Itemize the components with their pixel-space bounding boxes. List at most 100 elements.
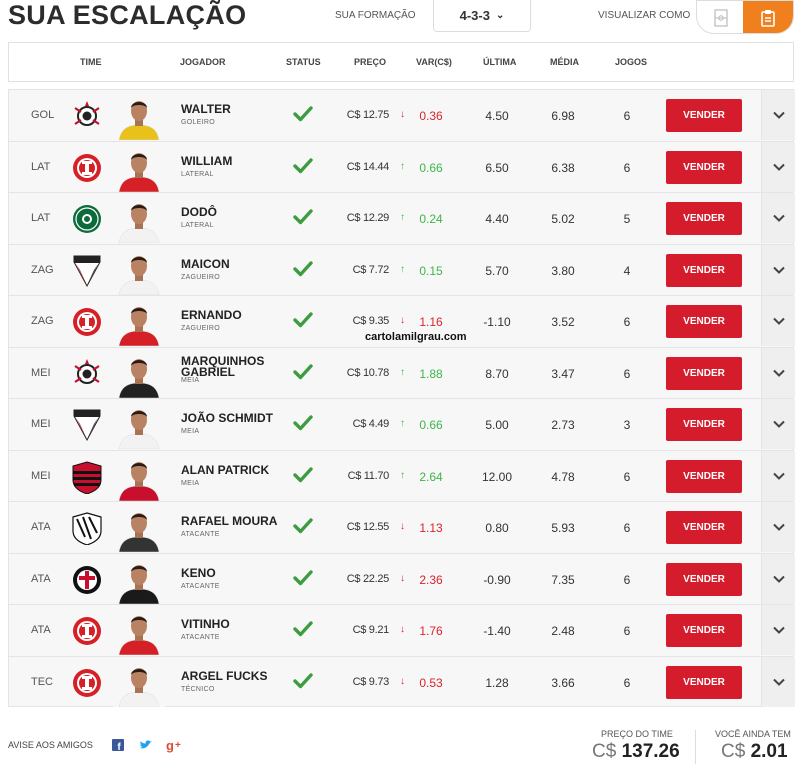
- player-price: C$ 14.44: [346, 160, 390, 173]
- sell-button[interactable]: VENDER: [666, 459, 742, 493]
- player-name: ERNANDO: [181, 308, 242, 322]
- player-name: RAFAEL MOURA: [181, 514, 278, 528]
- facebook-icon[interactable]: f: [110, 737, 126, 753]
- team-badge: [71, 614, 103, 648]
- player-photo: [113, 454, 165, 501]
- price-variation: 0.36: [419, 109, 443, 123]
- player-row: GOL WALTER GOLEIRO C$ 12.75 ↓ 0.36 4.50 6.98 6 VE…: [8, 89, 795, 141]
- expand-chevron-icon[interactable]: [761, 90, 795, 140]
- price-variation: 1.76: [419, 624, 443, 638]
- sell-button[interactable]: VENDER: [666, 356, 742, 390]
- sell-button[interactable]: VENDER: [666, 305, 742, 338]
- sell-button[interactable]: VENDER: [666, 614, 742, 647]
- team-badge: [71, 202, 103, 236]
- player-row: TEC ARGEL FUCKS TÉCNICO C$ 9.73 ↓ 0.53 1.28 3.6…: [8, 655, 795, 707]
- sell-button[interactable]: VENDER: [666, 665, 742, 699]
- last-score: 5.00: [485, 418, 509, 432]
- trend-down-icon: ↓: [400, 572, 405, 584]
- player-photo: [113, 557, 165, 604]
- trend-down-icon: ↓: [400, 624, 405, 635]
- average-score: 3.66: [551, 675, 575, 690]
- player-row: ZAG MAICON ZAGUEIRO C$ 7.72 ↑ 0.15 5.70 3.80 4 VE…: [8, 243, 795, 295]
- trend-up-icon: ↑: [400, 469, 405, 481]
- player-role: ATACANTE: [181, 582, 220, 590]
- trend-up-icon: ↑: [400, 366, 405, 378]
- sell-button[interactable]: VENDER: [666, 150, 742, 184]
- col-media: MÉDIA: [550, 57, 579, 67]
- player-photo: [113, 248, 165, 295]
- last-score: 4.50: [485, 109, 509, 123]
- price-variation: 2.36: [419, 572, 443, 587]
- sell-button[interactable]: VENDER: [666, 562, 742, 596]
- games-played: 6: [623, 675, 631, 690]
- player-price: C$ 10.78: [346, 366, 390, 379]
- player-price: C$ 12.29: [346, 212, 390, 224]
- position-label: ATA: [31, 521, 51, 533]
- expand-chevron-icon[interactable]: [761, 193, 795, 243]
- player-list: GOL WALTER GOLEIRO C$ 12.75 ↓ 0.36 4.50 6.98 6 VE…: [8, 89, 795, 707]
- player-price: C$ 7.72: [352, 263, 390, 276]
- position-label: ATA: [31, 572, 51, 585]
- clipboard-icon: [761, 10, 775, 27]
- view-list-button[interactable]: [743, 1, 793, 33]
- expand-chevron-icon[interactable]: [761, 450, 795, 501]
- player-name: DODÔ: [181, 205, 217, 219]
- expand-chevron-icon[interactable]: [761, 605, 795, 655]
- player-role: ATACANTE: [181, 531, 220, 538]
- player-photo: [113, 94, 165, 140]
- player-row: ATA RAFAEL MOURA ATACANTE C$ 12.55 ↓ 1.13 0.80…: [8, 501, 795, 553]
- player-name: ALAN PATRICK: [181, 462, 270, 477]
- player-name: WILLIAM: [181, 153, 233, 168]
- player-row: ATA VITINHO ATACANTE C$ 9.21 ↓ 1.76 -1.40 2.48 6…: [8, 604, 795, 656]
- view-field-button[interactable]: [697, 1, 745, 33]
- status-check-icon: [293, 260, 313, 278]
- last-score: 8.70: [485, 366, 509, 381]
- expand-chevron-icon[interactable]: [761, 502, 795, 552]
- last-score: -1.40: [483, 624, 511, 638]
- games-played: 6: [623, 521, 631, 535]
- last-score: 1.28: [485, 675, 509, 690]
- formation-select[interactable]: 4-3-3 ⌄: [433, 0, 531, 32]
- average-score: 3.52: [551, 315, 575, 329]
- player-photo: [113, 660, 165, 707]
- expand-chevron-icon[interactable]: [761, 347, 795, 398]
- sell-button[interactable]: VENDER: [666, 99, 742, 132]
- average-score: 3.47: [551, 366, 575, 381]
- team-badge: [71, 151, 103, 185]
- price-variation: 0.66: [419, 418, 443, 432]
- expand-chevron-icon[interactable]: [761, 244, 795, 295]
- status-check-icon: [293, 414, 313, 432]
- sell-button[interactable]: VENDER: [666, 511, 742, 544]
- view-toggle: [696, 0, 794, 34]
- remaining-balance: C$ 2.01: [721, 741, 788, 763]
- sell-button[interactable]: VENDER: [666, 253, 742, 287]
- last-score: 6.50: [485, 160, 509, 175]
- status-check-icon: [293, 363, 313, 381]
- remaining-currency: C$: [721, 741, 746, 762]
- expand-chevron-icon[interactable]: [761, 141, 795, 192]
- twitter-icon[interactable]: [138, 737, 154, 753]
- player-photo: [113, 506, 165, 552]
- svg-text:+: +: [175, 740, 181, 751]
- average-score: 5.02: [551, 212, 575, 226]
- view-label: VISUALIZAR COMO: [598, 10, 691, 21]
- status-check-icon: [293, 208, 313, 226]
- expand-chevron-icon[interactable]: [761, 296, 795, 346]
- expand-chevron-icon[interactable]: [761, 656, 795, 707]
- sell-button[interactable]: VENDER: [666, 408, 742, 441]
- games-played: 6: [623, 109, 631, 123]
- sell-button[interactable]: VENDER: [666, 202, 742, 235]
- table-header: TIME JOGADOR STATUS PREÇO VAR(C$) ÚLTIMA…: [8, 42, 794, 82]
- expand-chevron-icon[interactable]: [761, 553, 795, 604]
- col-preco: PREÇO: [354, 57, 387, 67]
- page-title: SUA ESCALAÇÃO: [8, 0, 247, 30]
- trend-down-icon: ↓: [400, 315, 405, 326]
- expand-chevron-icon[interactable]: [761, 399, 795, 449]
- last-score: -0.90: [483, 572, 511, 587]
- team-price: C$ 137.26: [592, 741, 680, 763]
- google-plus-icon[interactable]: g +: [166, 737, 182, 753]
- last-score: 0.80: [485, 521, 509, 535]
- team-badge: [71, 99, 103, 133]
- status-check-icon: [293, 311, 313, 329]
- games-played: 4: [623, 263, 631, 278]
